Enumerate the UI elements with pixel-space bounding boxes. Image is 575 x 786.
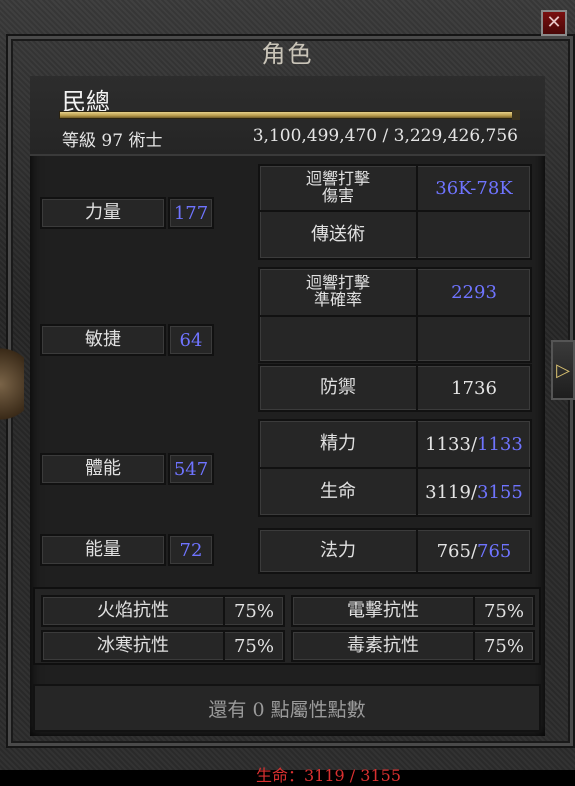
skill-damage-group: 迴響打擊 傷害 36K-78K 傳送術 bbox=[258, 164, 532, 260]
strength-value-box: 177 bbox=[168, 197, 214, 229]
skill-damage-value: 36K-78K bbox=[435, 177, 513, 199]
strength-label: 力量 bbox=[85, 201, 121, 223]
expand-arrow-button[interactable]: ▷ bbox=[551, 340, 575, 400]
vitality-value-box: 547 bbox=[168, 453, 214, 485]
stamina-label: 精力 bbox=[320, 432, 356, 454]
defense-label: 防禦 bbox=[320, 376, 356, 398]
lightning-resist-label: 電擊抗性 bbox=[347, 599, 419, 621]
mana-max: 765 bbox=[477, 540, 512, 562]
energy-label-box: 能量 bbox=[40, 534, 166, 566]
energy-label: 能量 bbox=[85, 538, 121, 560]
fire-resist-row: 火焰抗性 75% bbox=[41, 595, 285, 627]
poison-resist-value: 75% bbox=[483, 635, 524, 657]
level-class: 等級 97 術士 bbox=[62, 131, 163, 151]
energy-value: 72 bbox=[179, 539, 203, 561]
defense-group: 防禦 1736 bbox=[258, 364, 532, 412]
vitality-label: 體能 bbox=[85, 457, 121, 479]
underlay-life-text: 生命：3119 / 3155 bbox=[256, 766, 402, 785]
dexterity-value: 64 bbox=[179, 329, 203, 351]
attack-rating-value: 2293 bbox=[451, 281, 497, 303]
defense-value: 1736 bbox=[451, 377, 497, 399]
cold-resist-value: 75% bbox=[233, 635, 274, 657]
mana-group: 法力 765/765 bbox=[258, 528, 532, 574]
dexterity-label-box: 敏捷 bbox=[40, 324, 166, 356]
fire-resist-label: 火焰抗性 bbox=[97, 599, 169, 621]
life-value: 3119/3155 bbox=[418, 469, 530, 515]
stamina-life-group: 精力 1133/1133 生命 3119/3155 bbox=[258, 419, 532, 517]
left-skill-label: 傳送術 bbox=[311, 223, 365, 245]
panel-title: 角色 bbox=[261, 40, 314, 68]
fire-resist-value: 75% bbox=[233, 600, 274, 622]
remaining-points: 還有 0 點屬性點數 bbox=[33, 684, 541, 732]
arrow-right-icon: ▷ bbox=[556, 359, 570, 381]
stamina-value: 1133/1133 bbox=[418, 421, 530, 467]
lightning-resist-value: 75% bbox=[483, 600, 524, 622]
mana-label: 法力 bbox=[320, 539, 356, 561]
cold-resist-row: 冰寒抗性 75% bbox=[41, 630, 285, 662]
left-ornament-icon bbox=[0, 340, 24, 428]
resistances-panel: 火焰抗性 75% 電擊抗性 75% 冰寒抗性 75% 毒素抗性 75% bbox=[33, 587, 541, 665]
close-button[interactable]: ✕ bbox=[541, 10, 567, 36]
left-skill-value bbox=[418, 212, 530, 258]
poison-resist-label: 毒素抗性 bbox=[347, 634, 419, 656]
energy-value-box: 72 bbox=[168, 534, 214, 566]
stamina-max: 1133 bbox=[477, 433, 523, 455]
stamina-current: 1133 bbox=[425, 433, 471, 455]
mana-value: 765/765 bbox=[418, 530, 530, 572]
poison-resist-row: 毒素抗性 75% bbox=[291, 630, 535, 662]
dexterity-label: 敏捷 bbox=[85, 328, 121, 350]
life-current: 3119 bbox=[425, 481, 471, 503]
vitality-value: 547 bbox=[173, 458, 209, 480]
strength-label-box: 力量 bbox=[40, 197, 166, 229]
lightning-resist-row: 電擊抗性 75% bbox=[291, 595, 535, 627]
attack-rating-group: 迴響打擊 準確率 2293 bbox=[258, 267, 532, 363]
vitality-label-box: 體能 bbox=[40, 453, 166, 485]
cold-resist-label: 冰寒抗性 bbox=[97, 634, 169, 656]
attack-rating-label: 迴響打擊 準確率 bbox=[305, 273, 370, 309]
close-icon: ✕ bbox=[546, 12, 562, 33]
mana-current: 765 bbox=[436, 540, 471, 562]
dexterity-value-box: 64 bbox=[168, 324, 214, 356]
experience-bar bbox=[60, 110, 520, 120]
experience-value: 3,100,499,470 / 3,229,426,756 bbox=[252, 126, 518, 146]
skill-damage-label: 迴響打擊 傷害 bbox=[305, 169, 370, 205]
strength-value: 177 bbox=[173, 202, 209, 224]
life-max: 3155 bbox=[477, 481, 523, 503]
life-label: 生命 bbox=[320, 480, 356, 502]
